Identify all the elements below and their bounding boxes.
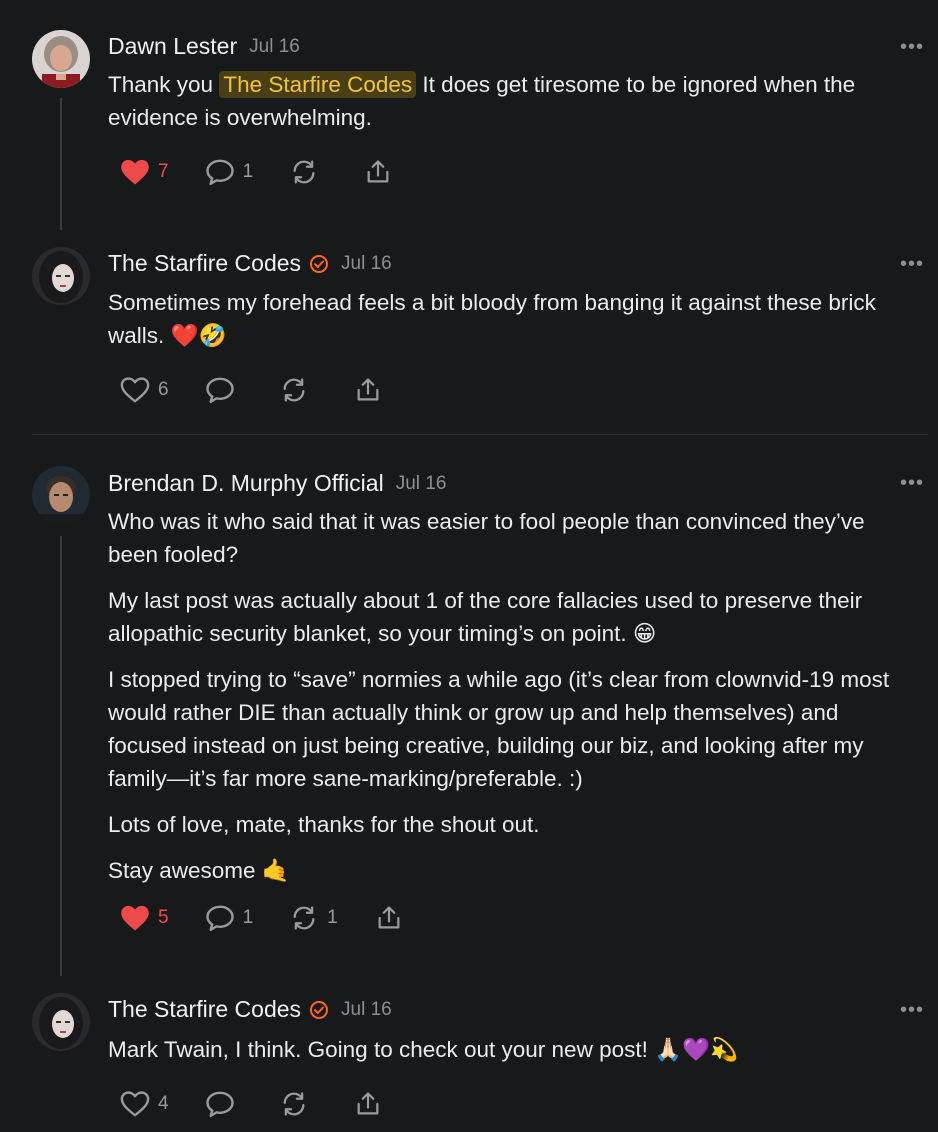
like-button[interactable]: 6 xyxy=(120,376,169,404)
comment-date[interactable]: Jul 16 xyxy=(341,253,392,275)
author-name[interactable]: The Starfire Codes xyxy=(108,250,301,277)
avatar[interactable] xyxy=(32,466,90,524)
heart-filled-icon xyxy=(121,159,149,185)
like-count: 5 xyxy=(158,907,169,928)
comment-actions: 7 1 xyxy=(120,158,429,186)
comment-date[interactable]: Jul 16 xyxy=(341,999,392,1021)
more-options-button[interactable]: ••• xyxy=(900,472,924,495)
comment-body: Who was it who said that it was easier t… xyxy=(108,505,918,900)
restack-icon xyxy=(293,906,315,930)
share-icon xyxy=(367,160,389,183)
comment-icon xyxy=(205,905,234,932)
author-name[interactable]: Brendan D. Murphy Official xyxy=(108,470,384,497)
restack-button[interactable]: 1 xyxy=(289,904,338,932)
more-options-button[interactable]: ••• xyxy=(900,36,924,59)
comment-icon xyxy=(205,377,234,404)
verified-badge-icon xyxy=(309,1000,329,1020)
avatar[interactable] xyxy=(32,993,90,1051)
comment-body: Thank you The Starfire Codes It does get… xyxy=(108,68,918,134)
heart-filled-icon xyxy=(121,905,149,931)
like-button[interactable]: 5 xyxy=(120,904,169,932)
comment-date[interactable]: Jul 16 xyxy=(249,36,300,58)
user-mention[interactable]: The Starfire Codes xyxy=(219,71,417,98)
like-button[interactable]: 7 xyxy=(120,158,169,186)
restack-icon xyxy=(283,1092,305,1116)
reply-button[interactable] xyxy=(205,376,243,404)
reply-button[interactable]: 1 xyxy=(205,158,254,186)
share-button[interactable] xyxy=(353,376,383,404)
share-button[interactable] xyxy=(374,904,404,932)
more-options-button[interactable]: ••• xyxy=(900,253,924,276)
comment-body: Sometimes my forehead feels a bit bloody… xyxy=(108,286,918,365)
comment-paragraph: Sometimes my forehead feels a bit bloody… xyxy=(108,290,876,348)
restack-icon xyxy=(283,378,305,402)
restack-icon xyxy=(293,160,315,184)
like-count: 7 xyxy=(158,161,169,182)
comment-actions: 5 1 1 xyxy=(120,904,440,932)
author-name[interactable]: The Starfire Codes xyxy=(108,996,301,1023)
avatar[interactable] xyxy=(32,247,90,305)
comment-paragraph: Stay awesome 🤙 xyxy=(108,858,290,883)
reply-count: 1 xyxy=(242,907,254,928)
comment-icon xyxy=(205,1091,234,1118)
heart-icon xyxy=(120,377,150,403)
comment-paragraph: Lots of love, mate, thanks for the shout… xyxy=(108,812,540,837)
like-button[interactable]: 4 xyxy=(120,1090,169,1118)
comment-paragraph: I stopped trying to “save” normies a whi… xyxy=(108,667,890,791)
restack-button[interactable] xyxy=(279,1090,317,1118)
share-icon xyxy=(357,1092,379,1115)
restack-button[interactable] xyxy=(279,376,317,404)
thread-divider xyxy=(32,434,928,435)
share-button[interactable] xyxy=(353,1090,383,1118)
reply-count: 1 xyxy=(242,161,254,182)
heart-icon xyxy=(120,1091,150,1117)
thread-line xyxy=(60,536,62,976)
thread-line xyxy=(60,98,62,230)
comment-text: Thank you xyxy=(108,72,220,97)
comment-actions: 6 xyxy=(120,376,419,404)
avatar[interactable] xyxy=(32,30,90,88)
reply-button[interactable]: 1 xyxy=(205,904,254,932)
comment-body: Mark Twain, I think. Going to check out … xyxy=(108,1033,918,1079)
share-button[interactable] xyxy=(363,158,393,186)
reply-button[interactable] xyxy=(205,1090,243,1118)
comment-icon xyxy=(205,159,234,186)
comment-paragraph: Mark Twain, I think. Going to check out … xyxy=(108,1037,739,1062)
share-icon xyxy=(357,378,379,401)
like-count: 4 xyxy=(158,1093,169,1114)
comment-paragraph: Who was it who said that it was easier t… xyxy=(108,509,865,567)
like-count: 6 xyxy=(158,379,169,400)
more-options-button[interactable]: ••• xyxy=(900,999,924,1022)
restack-count: 1 xyxy=(327,907,338,928)
comment-paragraph: My last post was actually about 1 of the… xyxy=(108,588,863,646)
comment-actions: 4 xyxy=(120,1090,419,1118)
comment-date[interactable]: Jul 16 xyxy=(396,473,447,495)
share-icon xyxy=(378,906,400,929)
verified-badge-icon xyxy=(309,254,329,274)
author-name[interactable]: Dawn Lester xyxy=(108,33,237,60)
restack-button[interactable] xyxy=(289,158,327,186)
